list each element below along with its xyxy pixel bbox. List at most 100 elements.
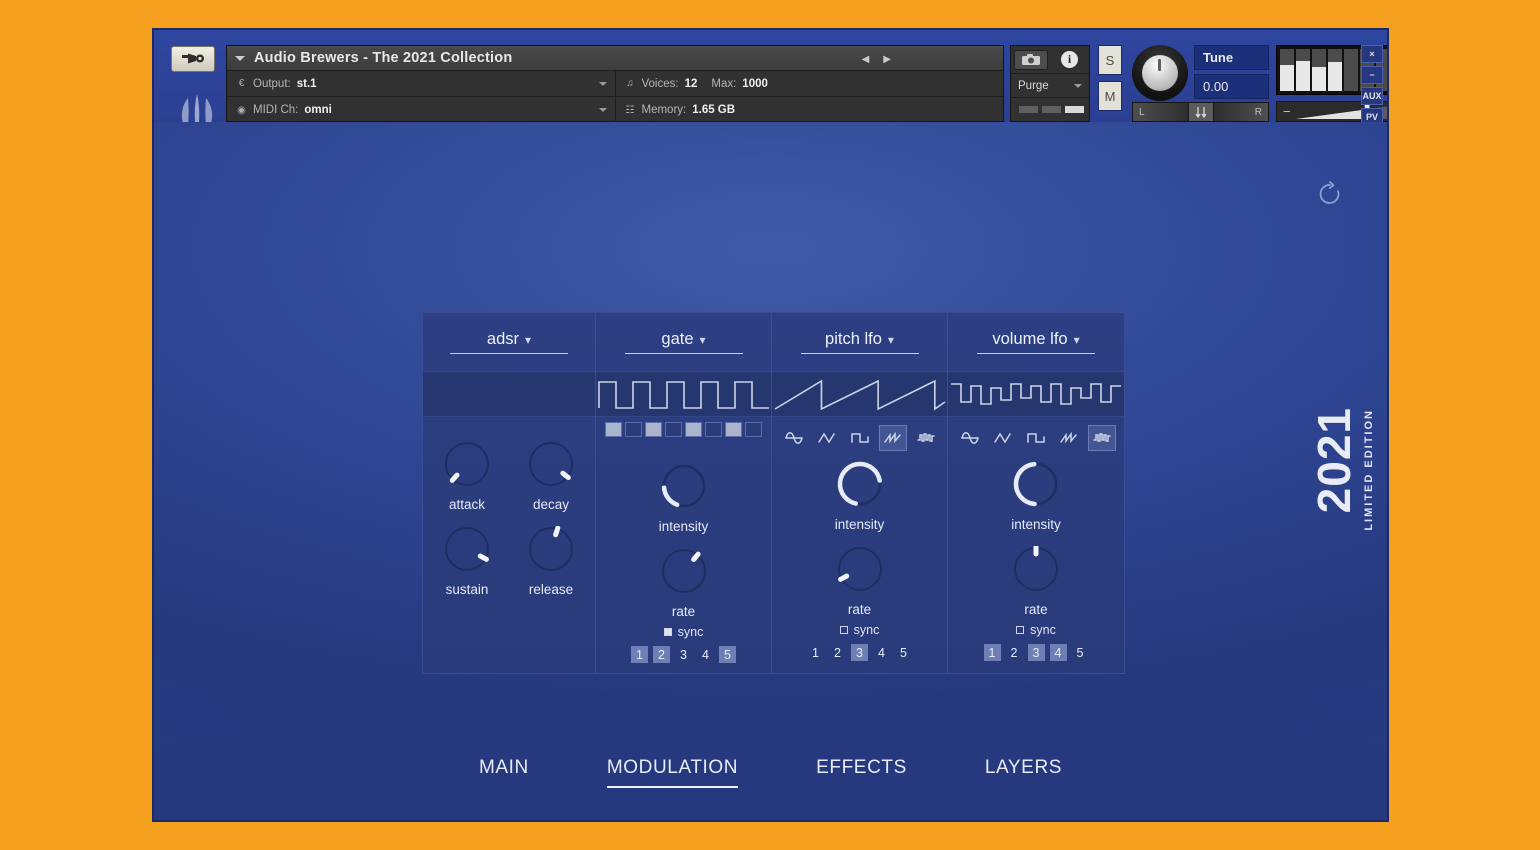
triangle-wave-icon: [817, 432, 835, 444]
knob-label: rate: [1024, 602, 1048, 617]
step-count-button-4[interactable]: 4: [1049, 644, 1067, 661]
wrench-icon[interactable]: [171, 46, 215, 72]
chevron-down-icon[interactable]: [235, 55, 245, 61]
step-cell[interactable]: [685, 422, 702, 437]
step-count-button-1[interactable]: 1: [807, 644, 824, 661]
minimize-button[interactable]: −: [1361, 66, 1383, 84]
chevron-down-icon[interactable]: ▾: [888, 333, 894, 347]
wave-option-random[interactable]: [1088, 425, 1116, 451]
wave-option-sine[interactable]: [956, 425, 984, 451]
midi-label: MIDI Ch:: [253, 104, 299, 116]
step-count-buttons: 12345: [948, 644, 1124, 661]
step-sequencer[interactable]: [596, 417, 771, 439]
tab-effects[interactable]: EFFECTS: [816, 757, 907, 788]
aux-button[interactable]: AUX: [1361, 87, 1383, 105]
mod-selector[interactable]: volume lfo ▾: [992, 330, 1079, 349]
chevron-down-icon[interactable]: ▾: [525, 333, 531, 347]
step-count-button-4[interactable]: 4: [697, 646, 714, 663]
memory-row: ☷ Memory: 1.65 GB: [616, 97, 1004, 123]
knob-decay[interactable]: [528, 441, 574, 487]
mod-title: adsr: [486, 330, 520, 348]
step-count-button-3[interactable]: 3: [851, 644, 868, 661]
midi-row[interactable]: ◉ MIDI Ch: omni: [227, 97, 615, 123]
step-count-button-3[interactable]: 3: [675, 646, 692, 663]
camera-icon[interactable]: [1011, 46, 1050, 73]
meter-fill: [1312, 66, 1326, 91]
knob-intensity[interactable]: [837, 461, 883, 507]
step-count-button-5[interactable]: 5: [895, 644, 912, 661]
waveform-selector: [772, 421, 947, 455]
info-icon[interactable]: i: [1050, 46, 1089, 73]
mod-selector[interactable]: gate ▾: [661, 330, 705, 349]
knob-intensity[interactable]: [661, 463, 707, 509]
step-cell[interactable]: [645, 422, 662, 437]
knob-rate[interactable]: [837, 546, 883, 592]
step-count-button-2[interactable]: 2: [653, 646, 670, 663]
volume-minus-label[interactable]: −: [1283, 104, 1291, 119]
step-count-button-4[interactable]: 4: [873, 644, 890, 661]
knob-sustain[interactable]: [444, 526, 490, 572]
wave-option-saw[interactable]: [878, 425, 907, 451]
mod-selector[interactable]: pitch lfo ▾: [825, 330, 894, 349]
step-count-button-1[interactable]: 1: [631, 646, 648, 663]
step-count-button-1[interactable]: 1: [983, 644, 1001, 661]
step-count-button-5[interactable]: 5: [1072, 644, 1089, 661]
chevron-down-icon[interactable]: [598, 81, 607, 86]
step-count-button-2[interactable]: 2: [829, 644, 846, 661]
wave-option-triangle[interactable]: [989, 425, 1017, 451]
chevron-down-icon[interactable]: [598, 108, 607, 112]
step-cell[interactable]: [625, 422, 642, 437]
wave-option-square[interactable]: [846, 425, 874, 451]
wave-option-triangle[interactable]: [813, 425, 841, 451]
solo-button[interactable]: S: [1098, 45, 1122, 75]
pan-center-icon[interactable]: [1187, 103, 1214, 121]
chevron-down-icon[interactable]: ▾: [700, 333, 706, 347]
step-count-button-3[interactable]: 3: [1027, 644, 1045, 661]
wave-option-square[interactable]: [1022, 425, 1050, 451]
chevron-down-icon[interactable]: ▾: [1074, 333, 1080, 347]
mod-title-underline: [624, 353, 743, 354]
knob-rate[interactable]: [661, 548, 707, 594]
step-count-button-5[interactable]: 5: [719, 646, 736, 663]
knob-rate[interactable]: [1013, 546, 1059, 592]
meter-fill: [1296, 60, 1310, 91]
output-row[interactable]: € Output: st.1: [227, 71, 615, 97]
tune-value[interactable]: 0.00: [1194, 74, 1269, 99]
instrument-name-row[interactable]: Audio Brewers - The 2021 Collection ◀ ▶: [227, 46, 1003, 71]
mute-button[interactable]: M: [1098, 81, 1122, 111]
reset-circular-arrow-icon[interactable]: [1317, 181, 1343, 207]
next-arrow-icon[interactable]: ▶: [883, 54, 891, 65]
wave-option-saw[interactable]: [1055, 425, 1083, 451]
purge-dropdown[interactable]: Purge: [1011, 74, 1089, 98]
sync-checkbox[interactable]: [1016, 626, 1025, 634]
step-cell[interactable]: [725, 422, 742, 437]
tune-knob[interactable]: [1132, 45, 1188, 101]
knob-release[interactable]: [528, 526, 574, 572]
saw-wave-icon: [1060, 431, 1077, 444]
tab-modulation[interactable]: MODULATION: [606, 757, 739, 788]
pan-slider[interactable]: L R: [1132, 102, 1269, 122]
prev-arrow-icon[interactable]: ◀: [862, 54, 870, 65]
chevron-down-icon[interactable]: [1074, 83, 1082, 88]
close-button[interactable]: ×: [1361, 45, 1383, 63]
knob-intensity[interactable]: [1013, 461, 1059, 507]
sync-checkbox[interactable]: [663, 628, 672, 636]
wave-option-sine[interactable]: [780, 425, 808, 451]
step-cell[interactable]: [605, 422, 622, 437]
tab-main[interactable]: MAIN: [479, 757, 529, 788]
mod-panel-pitch-lfo: pitch lfo ▾ intensity rate sync 12345: [772, 313, 948, 673]
step-count-button-2[interactable]: 2: [1006, 644, 1023, 661]
knob-attack[interactable]: [444, 441, 490, 487]
mod-selector[interactable]: adsr ▾: [487, 330, 531, 349]
sync-checkbox[interactable]: [839, 626, 848, 634]
step-cell[interactable]: [745, 422, 762, 437]
mod-title-underline: [450, 353, 568, 354]
wave-option-random[interactable]: [912, 425, 940, 451]
step-cell[interactable]: [705, 422, 722, 437]
step-cell[interactable]: [665, 422, 682, 437]
purge-bar: [1065, 105, 1084, 113]
tab-layers[interactable]: LAYERS: [985, 757, 1062, 788]
sync-toggle[interactable]: sync: [596, 625, 771, 639]
sync-toggle[interactable]: sync: [948, 623, 1124, 637]
sync-toggle[interactable]: sync: [772, 623, 947, 637]
